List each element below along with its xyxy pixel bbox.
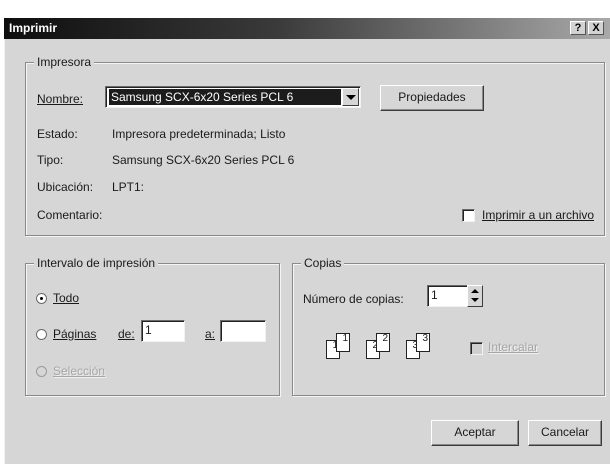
spin-up-icon[interactable] [471, 289, 479, 293]
spin-down-icon[interactable] [471, 298, 479, 302]
status-label: Estado: [37, 127, 78, 141]
status-value: Impresora predeterminada; Listo [112, 127, 286, 141]
print-range-legend: Intervalo de impresión [34, 256, 159, 270]
type-value: Samsung SCX-6x20 Series PCL 6 [112, 153, 295, 167]
ok-button[interactable]: Aceptar [431, 420, 519, 446]
copies-count-label: Número de copias: [303, 292, 404, 306]
print-to-file-label[interactable]: Imprimir a un archivo [482, 208, 594, 222]
help-button[interactable]: ? [570, 21, 586, 35]
pages-label[interactable]: Páginas [53, 327, 96, 341]
type-label: Tipo: [37, 153, 64, 167]
from-page-input[interactable]: 1 [141, 320, 185, 342]
selection-radio[interactable] [36, 366, 47, 377]
selection-label[interactable]: Selección [53, 364, 105, 378]
printer-legend: Impresora [34, 55, 95, 69]
collate-page: 2 [376, 333, 390, 352]
collate-label[interactable]: Intercalar [488, 340, 538, 354]
close-button[interactable]: X [588, 21, 604, 35]
all-label[interactable]: Todo [53, 291, 79, 305]
collate-page: 3 [416, 333, 430, 352]
properties-button[interactable]: Propiedades [380, 85, 484, 111]
cancel-button[interactable]: Cancelar [528, 420, 602, 446]
comment-label: Comentario: [37, 208, 103, 222]
chevron-down-icon[interactable] [342, 88, 359, 106]
location-value: LPT1: [112, 180, 145, 194]
to-label: a: [205, 327, 216, 341]
from-label: de: [118, 327, 135, 341]
window-title: Imprimir [9, 21, 58, 35]
copies-spinner[interactable] [467, 285, 483, 307]
title-bar[interactable]: Imprimir ? X [4, 18, 610, 39]
collate-icon: 1 1 2 2 3 3 [318, 330, 438, 370]
to-page-input[interactable] [220, 320, 266, 342]
copies-legend: Copias [301, 256, 345, 270]
pages-radio[interactable] [36, 329, 47, 340]
location-label: Ubicación: [37, 180, 94, 194]
printer-name-value: Samsung SCX-6x20 Series PCL 6 [109, 89, 341, 105]
printer-name-select[interactable]: Samsung SCX-6x20 Series PCL 6 [105, 86, 361, 108]
collate-page: 1 [336, 333, 350, 352]
print-to-file-checkbox[interactable] [462, 209, 475, 222]
collate-checkbox[interactable] [470, 342, 483, 355]
all-radio[interactable] [36, 293, 47, 304]
name-label: Nombre: [37, 92, 84, 106]
copies-count-input[interactable]: 1 [427, 285, 468, 307]
